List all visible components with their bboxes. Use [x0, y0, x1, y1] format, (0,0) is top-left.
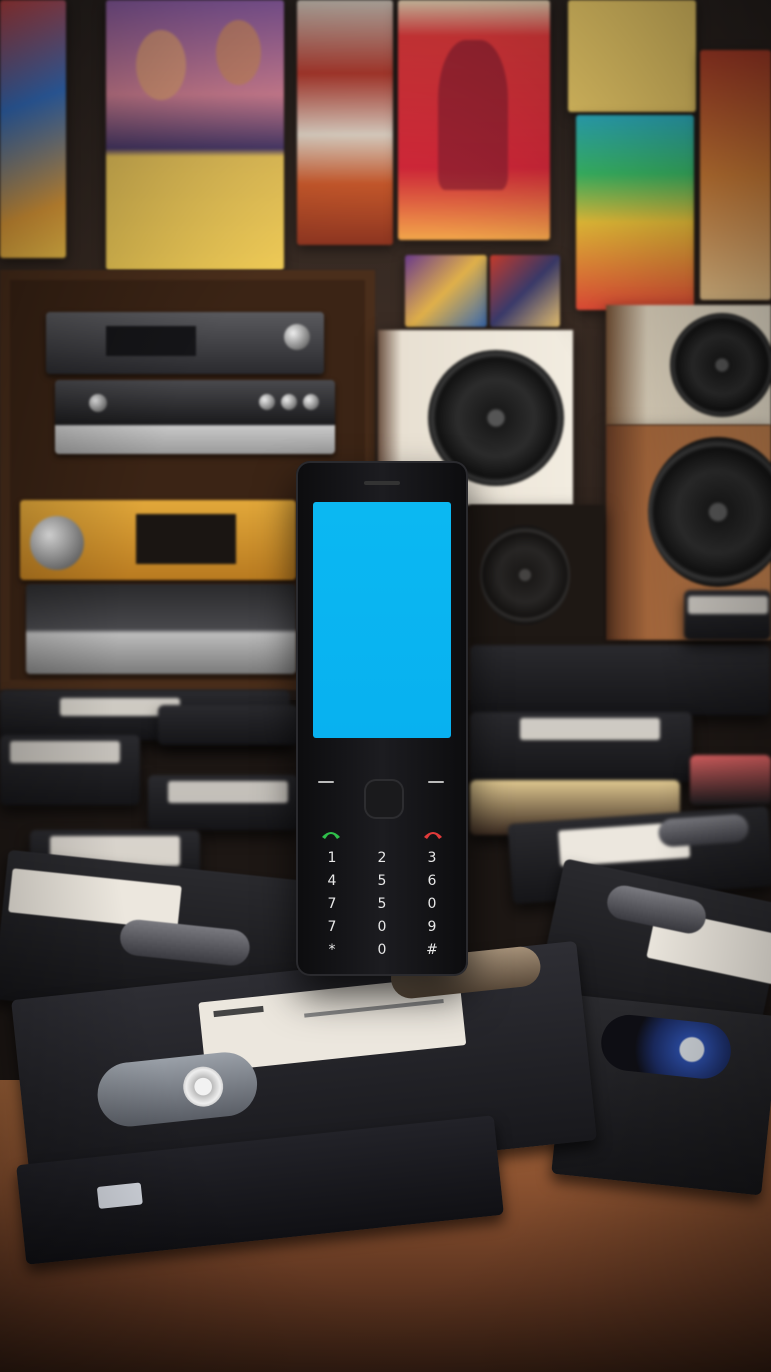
earpiece — [364, 481, 400, 485]
stereo-deck-2 — [55, 380, 335, 454]
key-6[interactable]: 6 — [410, 872, 454, 890]
dpad-button[interactable] — [364, 779, 404, 819]
stereo-deck-3 — [26, 584, 296, 674]
key-hash[interactable]: # — [410, 941, 454, 959]
stereo-deck-1 — [46, 312, 324, 374]
poster-right-edge — [700, 50, 771, 300]
poster-collage — [106, 0, 284, 270]
poster-yellow — [568, 0, 696, 112]
poster-red — [398, 0, 550, 240]
poster-green — [576, 115, 694, 310]
poster-small-2 — [490, 255, 560, 327]
key-8[interactable]: 5 — [360, 895, 404, 913]
vhs-tape — [470, 645, 770, 715]
key-2[interactable]: 2 — [360, 849, 404, 867]
key-1[interactable]: 1 — [310, 849, 354, 867]
key-4[interactable]: 4 — [310, 872, 354, 890]
vhs-tape — [148, 775, 298, 830]
stereo-amplifier-gold — [20, 500, 296, 580]
end-call-red-icon[interactable] — [422, 828, 444, 843]
key-3[interactable]: 3 — [410, 849, 454, 867]
key-0[interactable]: 0 — [360, 941, 404, 959]
poster-small-1 — [405, 255, 487, 327]
key-5[interactable]: 5 — [360, 872, 404, 890]
vhs-tape — [684, 590, 771, 640]
vhs-tape — [0, 735, 140, 805]
left-softkey[interactable] — [318, 781, 334, 783]
poster-strip — [297, 0, 393, 245]
key-9[interactable]: 0 — [410, 895, 454, 913]
key-0b[interactable]: 0 — [360, 918, 404, 936]
key-star[interactable]: * — [310, 941, 354, 959]
speaker-right-top — [606, 305, 771, 425]
poster-left — [0, 0, 66, 258]
feature-phone: 1 2 3 4 5 6 7 5 0 7 0 9 * 0 # — [296, 461, 468, 976]
phone-screen[interactable] — [313, 502, 451, 738]
keypad: 1 2 3 4 5 6 7 5 0 7 0 9 * 0 # — [310, 849, 454, 959]
key-9b[interactable]: 9 — [410, 918, 454, 936]
speaker-dark — [470, 505, 604, 645]
call-green-icon[interactable] — [320, 828, 342, 843]
key-7b[interactable]: 7 — [310, 918, 354, 936]
vhs-tape — [158, 705, 298, 745]
key-7[interactable]: 7 — [310, 895, 354, 913]
vhs-tape — [470, 712, 692, 782]
right-softkey[interactable] — [428, 781, 444, 783]
vhs-tape — [690, 755, 771, 805]
